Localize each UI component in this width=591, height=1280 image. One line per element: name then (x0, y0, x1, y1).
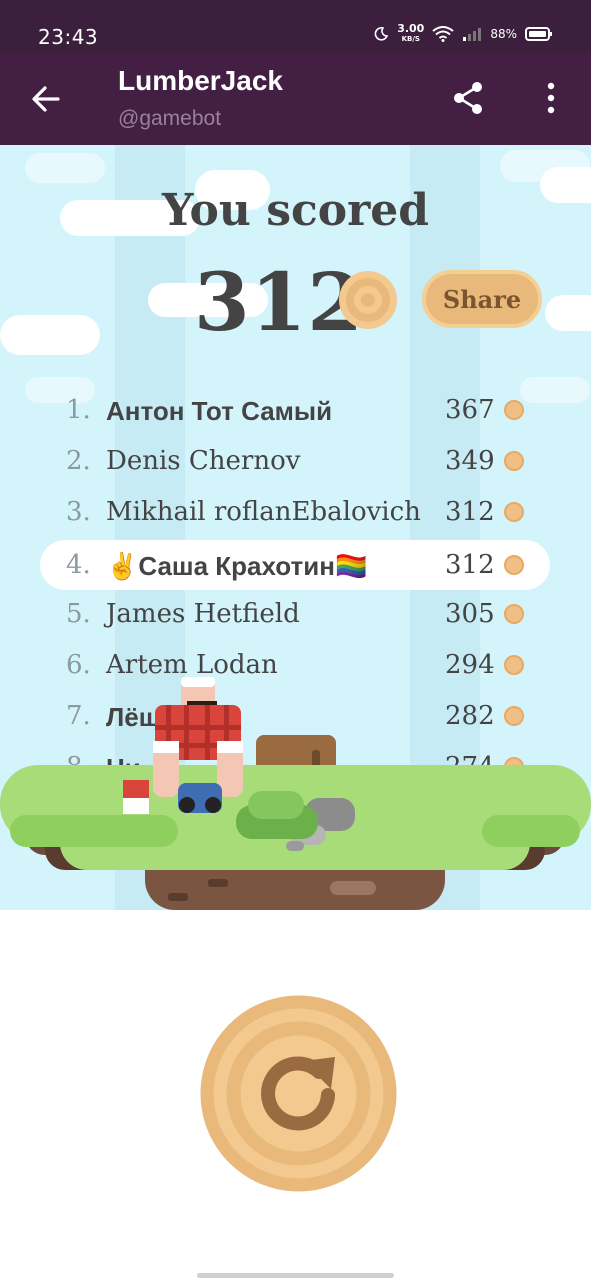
row-rank: 5. (66, 599, 91, 629)
row-rank: 2. (66, 446, 91, 476)
status-time: 23:43 (38, 25, 99, 49)
coin-icon (504, 555, 524, 575)
network-speed: 3.00 KB/S (397, 22, 425, 43)
moon-icon (374, 27, 389, 41)
cloud (25, 153, 105, 183)
player-score: 305 (445, 599, 495, 629)
coin-icon (504, 451, 524, 471)
player-name: Mikhail roflanEbalovich (106, 497, 421, 527)
player-score: 312 (445, 550, 495, 580)
app-bar: LumberJack @gamebot (0, 53, 591, 145)
leaderboard-row: 1. Антон Тот Самый 367 (40, 385, 550, 435)
player-name: ✌️Саша Крахотин🏳️‍🌈 (106, 551, 368, 581)
row-rank: 3. (66, 497, 91, 527)
cloud (0, 315, 100, 355)
wifi-icon (432, 26, 454, 42)
player-name: James Hetfield (106, 599, 300, 629)
battery-percent: 88% (490, 27, 517, 41)
coin-icon (504, 604, 524, 624)
replay-button[interactable] (200, 995, 397, 1192)
player-score: 349 (445, 446, 495, 476)
leaderboard-row: 2. Denis Chernov 349 (40, 436, 550, 486)
more-vertical-icon[interactable] (540, 81, 562, 115)
coin-icon (504, 400, 524, 420)
share-score-button[interactable]: Share (422, 270, 542, 328)
share-icon[interactable] (452, 81, 484, 115)
leaderboard-row: 3. Mikhail roflanEbalovich 312 (40, 487, 550, 537)
island-scene (0, 677, 591, 910)
game-view: You scored 312 Share 1. Антон Тот Самый … (0, 145, 591, 1280)
status-icons: 3.00 KB/S 88% (373, 22, 553, 44)
signal-icon (463, 28, 482, 41)
home-indicator[interactable] (197, 1273, 394, 1278)
row-rank: 4. (66, 550, 91, 580)
player-score: 312 (445, 497, 495, 527)
battery-icon (525, 27, 552, 41)
row-rank: 1. (66, 395, 91, 425)
player-name: Антон Тот Самый (106, 396, 333, 426)
coin-icon (504, 502, 524, 522)
score-heading: You scored (161, 185, 430, 236)
cloud (545, 295, 591, 331)
player-score: 367 (445, 395, 495, 425)
log-icon (339, 271, 397, 329)
leaderboard-row: 5. James Hetfield 305 (40, 589, 550, 639)
arrow-left-icon[interactable] (30, 83, 62, 115)
chat-title: LumberJack (118, 65, 283, 96)
player-name: Denis Chernov (106, 446, 301, 476)
leaderboard-row-current-user: 4. ✌️Саша Крахотин🏳️‍🌈 312 (40, 540, 550, 590)
chat-subtitle: @gamebot (118, 107, 222, 130)
status-bar: 23:43 3.00 KB/S 88% (0, 0, 591, 53)
